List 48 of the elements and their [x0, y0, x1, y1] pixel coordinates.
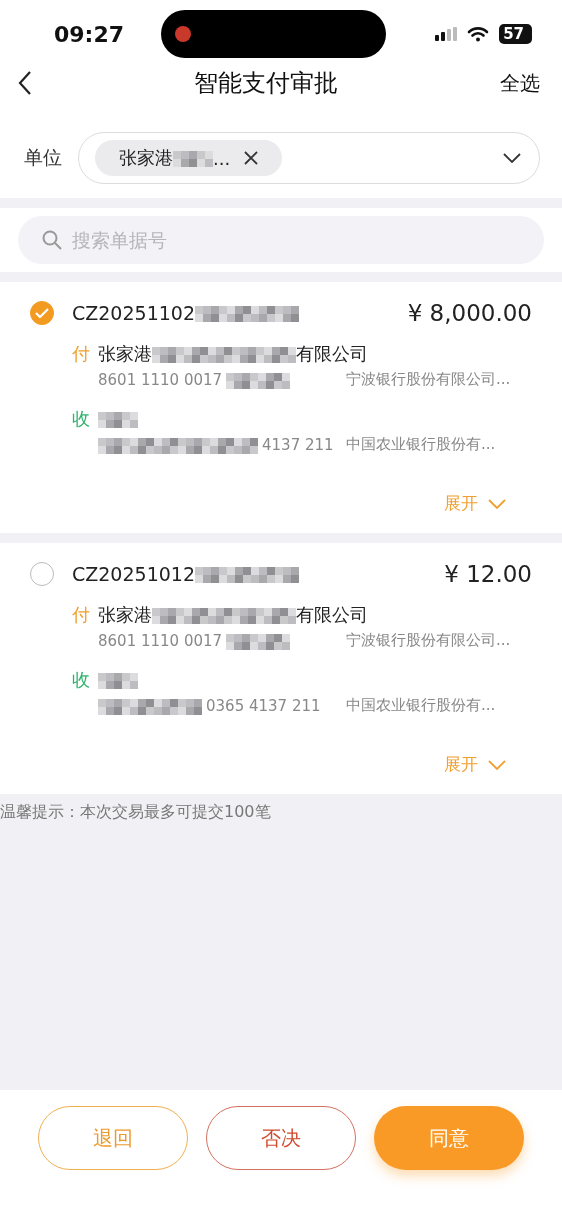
recording-dot [175, 26, 192, 42]
pixelated-mosaic [226, 370, 291, 389]
order-number: CZ20251012 [72, 563, 195, 585]
chip-text: 张家港 [119, 146, 173, 170]
page-title: 智能支付审批 [194, 68, 338, 99]
bank-name: 宁波银行股份有限公司... [346, 631, 511, 650]
reject-button[interactable]: 否决 [206, 1106, 356, 1170]
pixelated-mosaic [98, 410, 138, 428]
account-number: 8601 1110 0017 [98, 631, 223, 650]
chevron-down-icon [503, 153, 521, 163]
pixelated-mosaic [173, 149, 213, 167]
account-number: 4137 211 [262, 435, 334, 454]
bank-name: 宁波银行股份有限公司... [346, 370, 511, 389]
chip-text: ... [213, 147, 231, 169]
party-label: 收 [72, 668, 90, 692]
pixelated-mosaic [98, 671, 138, 689]
unit-label: 单位 [24, 145, 62, 170]
bank-name: 中国农业银行股份有... [346, 435, 496, 454]
chevron-down-icon [488, 759, 506, 770]
party-label: 付 [72, 342, 90, 366]
back-icon [18, 70, 32, 96]
checkbox[interactable] [30, 301, 54, 325]
search-field[interactable]: 搜索单据号 [18, 216, 544, 264]
wifi-icon [467, 26, 490, 42]
close-icon [244, 151, 259, 165]
checkmark-icon [35, 308, 49, 318]
amount: ¥ 12.00 [444, 561, 532, 587]
battery-indicator: 57 [499, 24, 532, 44]
party-name: 张家港 [98, 342, 152, 366]
party-name: 有限公司 [296, 342, 368, 366]
party-label: 付 [72, 603, 90, 627]
order-number: CZ20251102 [72, 302, 195, 324]
unit-chip[interactable]: 张家港 ... [95, 140, 283, 176]
back-button[interactable] [18, 70, 32, 96]
account-number: 0365 4137 211 [206, 696, 321, 715]
status-time: 09:27 [54, 21, 125, 47]
chevron-down-icon [488, 498, 506, 509]
amount: ¥ 8,000.00 [407, 300, 532, 326]
search-icon [42, 230, 62, 250]
party-name: 有限公司 [296, 603, 368, 627]
party-name: 张家港 [98, 603, 152, 627]
pixelated-mosaic [226, 631, 291, 650]
account-number: 8601 1110 0017 [98, 370, 223, 389]
select-all-button[interactable]: 全选 [500, 69, 540, 97]
bank-name: 中国农业银行股份有... [346, 696, 496, 715]
signal-icon [435, 27, 458, 41]
hint-text: 温馨提示：本次交易最多可提交100笔 [0, 802, 271, 821]
party-label: 收 [72, 407, 90, 431]
